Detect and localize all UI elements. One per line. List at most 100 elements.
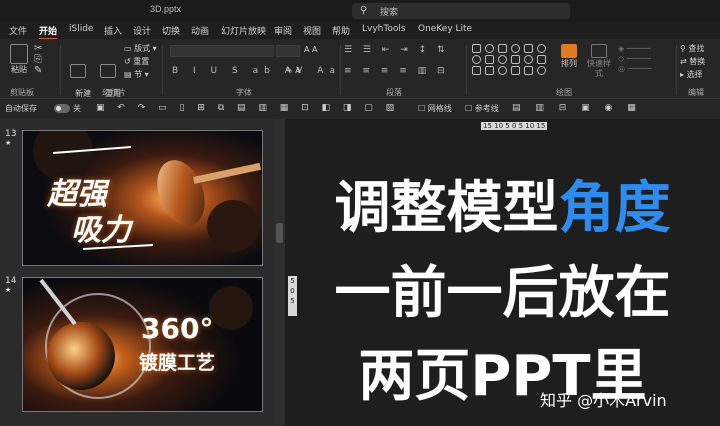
shape-icon[interactable] (485, 55, 494, 64)
qat-extra-icons[interactable]: ▤ ▥ ⊟ ▣ ◉ ▦ (512, 103, 642, 113)
font-grow-shrink-buttons[interactable]: A A (304, 45, 318, 55)
select-label: 选择 (686, 70, 703, 79)
shape-icon[interactable] (472, 55, 481, 64)
shape-icon[interactable] (472, 66, 481, 75)
font-name-field[interactable] (170, 45, 274, 57)
divider (466, 45, 467, 95)
quick-styles-label: 快速样式 (587, 59, 611, 78)
group-label-editing: 编辑 (688, 88, 704, 97)
slide-thumbnail-14[interactable]: 360° 镀膜工艺 (22, 277, 263, 412)
ribbon: 粘贴 ✂⎘✎ 剪贴板 新建 幻灯片 重用 幻灯片 ▭ 版式 ▾ ↺ 重置 ▤ 节… (0, 39, 720, 108)
tab-slideshow[interactable]: 幻灯片放映 (221, 24, 266, 37)
divider (676, 45, 677, 95)
search-placeholder: 搜索 (380, 8, 399, 18)
reset-label: 重置 (133, 57, 150, 66)
arrange-label: 排列 (561, 59, 577, 68)
divider (60, 45, 61, 95)
layout-label: 版式 (134, 44, 151, 53)
tab-help[interactable]: 帮助 (332, 24, 350, 37)
section-label: 节 (134, 70, 143, 79)
reset-button[interactable]: ↺ 重置 (124, 57, 149, 67)
shape-icon[interactable] (498, 66, 507, 75)
shape-icon[interactable] (524, 66, 533, 75)
tab-lvyhtools[interactable]: LvyhTools (362, 24, 406, 34)
headline-line1-part1: 调整模型 (334, 176, 559, 241)
guides-label: 参考线 (474, 104, 499, 113)
slide-thumbnail-panel: 13 ★ 超强 吸力 14 ★ 360° 镀膜工艺 (0, 119, 285, 426)
arrange-icon (561, 44, 577, 58)
font-color-buttons[interactable]: ✎ A (286, 66, 301, 76)
ribbon-tabs: 文件 开始 iSlide 插入 设计 切换 动画 幻灯片放映 审阅 视图 帮助 … (0, 22, 720, 40)
shape-icon[interactable] (472, 44, 481, 53)
shape-icon[interactable] (511, 44, 520, 53)
shape-icon[interactable] (537, 66, 546, 75)
shape-icon[interactable] (485, 66, 494, 75)
paste-button[interactable]: 粘贴 (6, 44, 32, 75)
quick-access-toolbar: 自动保存 关 ▣ ↶ ↷ ▭ ▯ ⊞ ⧉ ▤ ▥ ▦ ⊡ ◧ ◨ ▢ ▧ ☐ 网… (0, 99, 720, 119)
shape-icon[interactable] (498, 44, 507, 53)
gridlines-checkbox[interactable]: ☐ 网格线 (418, 103, 452, 114)
shape-icon[interactable] (524, 44, 533, 53)
tab-insert[interactable]: 插入 (104, 24, 122, 37)
watermark-credit: 知乎 @小木Arvin (540, 391, 667, 410)
shape-icon[interactable] (511, 55, 520, 64)
reuse-slide-icon (100, 64, 116, 78)
align-buttons[interactable]: ≡ ≡ ≡ ≡ ▥ ⊟ (344, 66, 449, 76)
shape-fill-outline-effects[interactable]: ◈ ───── ◇ ───── ◎ ───── (618, 44, 670, 74)
slide-thumbnail-13[interactable]: 超强 吸力 (22, 130, 263, 266)
thumbnail-scrollbar[interactable] (274, 119, 285, 426)
tab-view[interactable]: 视图 (303, 24, 321, 37)
tab-file[interactable]: 文件 (9, 24, 27, 37)
new-slide-icon (70, 64, 86, 78)
title-bar: 3D.pptx ⚲ 搜索 (0, 0, 720, 22)
guides-checkbox[interactable]: ☐ 参考线 (465, 103, 499, 114)
tab-islide[interactable]: iSlide (69, 24, 93, 34)
font-format-buttons[interactable]: B I U S ab AV Aa (172, 66, 341, 76)
divider (340, 45, 341, 95)
autosave-state: 关 (73, 104, 81, 113)
shape-icon[interactable] (498, 55, 507, 64)
slide-number: 13 (5, 129, 17, 139)
layout-button[interactable]: ▭ 版式 ▾ (124, 44, 157, 54)
select-button[interactable]: ▸ 选择 (680, 70, 703, 80)
shape-icon[interactable] (485, 44, 494, 53)
slide-star-icon: ★ (5, 139, 12, 147)
quick-styles-icon (591, 44, 607, 58)
tab-animations[interactable]: 动画 (191, 24, 209, 37)
list-buttons[interactable]: ☰ ☰ ⇤ ⇥ ↕ ⇅ (344, 45, 449, 55)
slide-editor: 15 10 5 0 5 10 15 5 0 5 调整模型角度 一前一后放在 两页… (285, 119, 720, 426)
find-button[interactable]: ⚲ 查找 (680, 44, 704, 54)
find-label: 查找 (688, 44, 705, 53)
headline-line1-highlight: 角度 (558, 176, 671, 241)
quick-styles-button[interactable]: 快速样式 (584, 44, 614, 79)
shape-icon[interactable] (537, 55, 546, 64)
shape-icon[interactable] (524, 55, 533, 64)
clipboard-icon (10, 44, 28, 64)
shape-icon[interactable] (511, 66, 520, 75)
tab-transitions[interactable]: 切换 (162, 24, 180, 37)
shape-icon[interactable] (537, 44, 546, 53)
font-size-field[interactable] (276, 45, 300, 57)
cut-copy-format-icons[interactable]: ✂ ⎘ ✎ (34, 43, 42, 76)
tab-home[interactable]: 开始 (39, 24, 58, 40)
replace-label: 替换 (689, 57, 706, 66)
headline-line2: 一前一后放在 (334, 261, 671, 326)
replace-button[interactable]: ⇄ 替换 (680, 57, 705, 67)
divider (162, 45, 163, 95)
shape-gallery[interactable] (470, 43, 554, 76)
qat-icon-buttons[interactable]: ▣ ↶ ↷ ▭ ▯ ⊞ ⧉ ▤ ▥ ▦ ⊡ ◧ ◨ ▢ ▧ (96, 103, 399, 113)
horizontal-ruler: 15 10 5 0 5 10 15 (481, 122, 548, 130)
slide-14-artwork (23, 278, 262, 411)
search-box[interactable]: ⚲ 搜索 (352, 3, 570, 19)
arrange-button[interactable]: 排列 (558, 44, 580, 69)
group-label-clipboard: 剪贴板 (10, 88, 34, 97)
autosave-toggle[interactable] (54, 104, 70, 113)
slide-number: 14 (5, 276, 17, 286)
tab-review[interactable]: 审阅 (274, 24, 292, 37)
scrollbar-thumb[interactable] (276, 223, 283, 243)
tab-design[interactable]: 设计 (133, 24, 151, 37)
tab-onekey-lite[interactable]: OneKey Lite (418, 24, 472, 34)
gridlines-label: 网格线 (427, 104, 452, 113)
section-button[interactable]: ▤ 节 ▾ (124, 70, 149, 80)
group-label-drawing: 绘图 (556, 88, 572, 97)
